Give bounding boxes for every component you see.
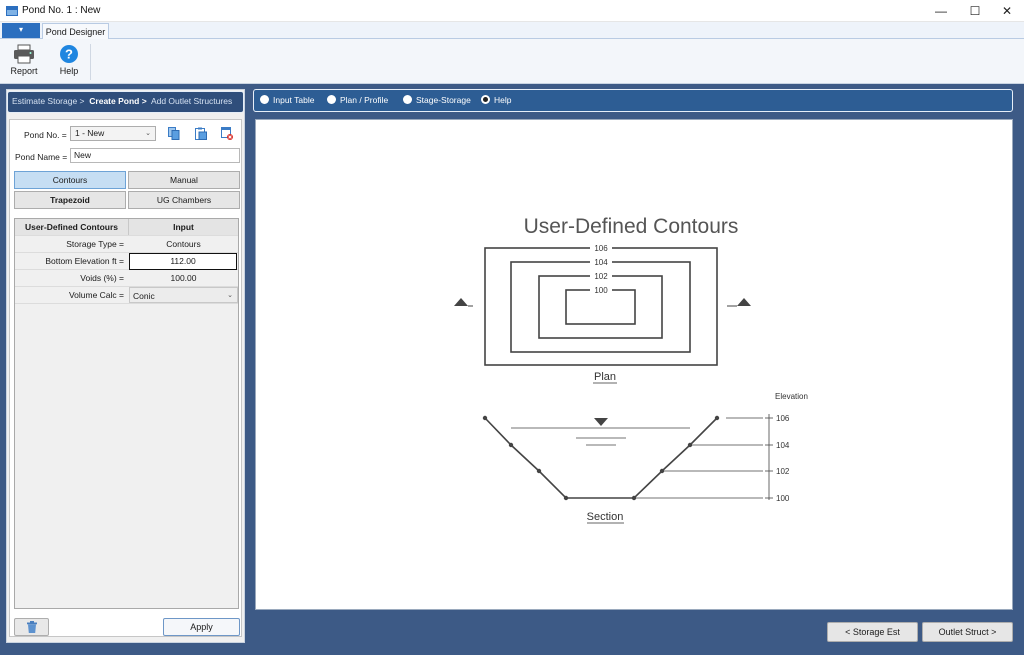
option-stage-storage[interactable]: Stage-Storage [403,95,471,106]
outlet-struct-button[interactable]: Outlet Struct > [922,622,1013,642]
wizard-step-estimate-storage[interactable]: Estimate Storage > [12,96,85,106]
elevation-label: Elevation [775,392,808,401]
copy-pond-icon[interactable] [168,127,180,140]
volume-calc-select[interactable]: Conic ⌄ [129,287,238,303]
voids-label: Voids (%) = [80,273,124,283]
section-marker-left-icon [454,298,468,306]
storage-type-label: Storage Type = [66,239,124,249]
plan-label-100: 100 [594,286,608,295]
ribbon-tab-strip [0,22,1024,39]
maximize-button[interactable]: ☐ [958,0,992,22]
section-marker-right-icon [737,298,751,306]
radio-icon [327,95,336,104]
help-button[interactable]: ? Help [52,42,86,76]
table-row: Bottom Elevation ft = 112.00 [15,253,238,270]
figure-title: User-Defined Contours [524,215,739,238]
pond-type-buttons: Contours Manual Trapezoid UG Chambers [14,171,240,209]
option-input-table[interactable]: Input Table [260,95,314,106]
pond-name-input[interactable]: New [70,148,240,163]
option-plan-profile[interactable]: Plan / Profile [327,95,388,106]
contours-button[interactable]: Contours [14,171,126,189]
bottom-elevation-label: Bottom Elevation ft = [45,256,124,266]
chevron-down-icon: ⌄ [145,130,151,137]
table-row: Storage Type = Contours [15,236,238,253]
option-help[interactable]: Help [481,95,511,106]
manual-button[interactable]: Manual [128,171,240,189]
section-label: Section [587,511,624,523]
contour-100 [565,289,636,325]
grid-header-row: User-Defined Contours Input [15,219,238,236]
delete-button[interactable] [14,618,49,636]
pond-no-select[interactable]: 1 - New ⌄ [70,126,156,141]
storage-est-button[interactable]: < Storage Est [827,622,918,642]
option-input-table-label: Input Table [273,95,315,105]
wizard-step-create-pond[interactable]: Create Pond > [89,96,146,106]
storage-type-value: Contours [166,239,201,249]
trash-icon [27,621,37,633]
minimize-button[interactable]: — [924,0,958,22]
grid-header-label: User-Defined Contours [15,219,129,235]
contours-input-grid: User-Defined Contours Input Storage Type… [14,218,239,609]
voids-value[interactable]: 100.00 [129,270,238,286]
report-label: Report [10,66,38,76]
user-defined-contours-diagram: User-Defined Contours 106 104 102 100 Pl… [454,215,808,524]
option-plan-profile-label: Plan / Profile [340,95,389,105]
option-help-label: Help [494,95,512,105]
view-options-bar: Input Table Plan / Profile Stage-Storage… [253,89,1013,112]
plan-label-106: 106 [594,244,608,253]
chevron-down-icon: ⌄ [227,292,233,299]
table-row: Voids (%) = 100.00 [15,270,238,287]
tab-pond-designer[interactable]: Pond Designer [42,23,109,40]
bottom-elevation-input[interactable]: 112.00 [129,253,237,270]
plan-label-102: 102 [594,272,608,281]
section-label-102: 102 [776,467,790,476]
volume-calc-value: Conic [133,291,155,301]
window-title: Pond No. 1 : New [22,5,101,16]
volume-calc-label: Volume Calc = [68,290,124,300]
printer-icon [14,44,34,64]
trapezoid-button[interactable]: Trapezoid [14,191,126,209]
section-view [484,414,770,500]
ribbon-panel [0,39,1024,84]
section-label-106: 106 [776,414,790,423]
radio-icon [403,95,412,104]
table-row: Volume Calc = Conic ⌄ [15,287,238,304]
pond-name-label: Pond Name = [15,152,68,162]
section-label-104: 104 [776,441,790,450]
grid-header-input: Input [129,219,238,235]
help-icon: ? [60,45,78,63]
app-icon [6,6,18,16]
ug-chambers-button[interactable]: UG Chambers [128,191,240,209]
option-stage-storage-label: Stage-Storage [416,95,471,105]
svg-text:?: ? [65,47,73,62]
apply-button[interactable]: Apply [163,618,240,636]
delete-pond-icon[interactable] [221,127,233,140]
title-bar [0,0,1024,22]
ribbon-separator [90,44,91,80]
pond-no-label: Pond No. = [24,130,67,140]
plan-label-104: 104 [594,258,608,267]
pond-no-value: 1 - New [75,128,105,138]
water-level-icon [594,418,608,426]
paste-pond-icon[interactable] [195,127,207,140]
help-canvas: User-Defined Contours 106 104 102 100 Pl… [255,119,1013,610]
wizard-breadcrumb: Estimate Storage > Create Pond > Add Out… [7,91,244,113]
close-button[interactable]: ✕ [990,0,1024,22]
wizard-step-add-outlet-structures[interactable]: Add Outlet Structures [151,96,232,106]
file-menu-button[interactable]: ▾ [2,23,40,38]
section-cut-markers [454,298,751,307]
radio-selected-icon [481,95,490,104]
help-label: Help [59,66,79,76]
radio-icon [260,95,269,104]
plan-label: Plan [594,371,616,383]
report-button[interactable]: Report [6,42,42,76]
section-profile [484,417,718,499]
section-label-100: 100 [776,494,790,503]
